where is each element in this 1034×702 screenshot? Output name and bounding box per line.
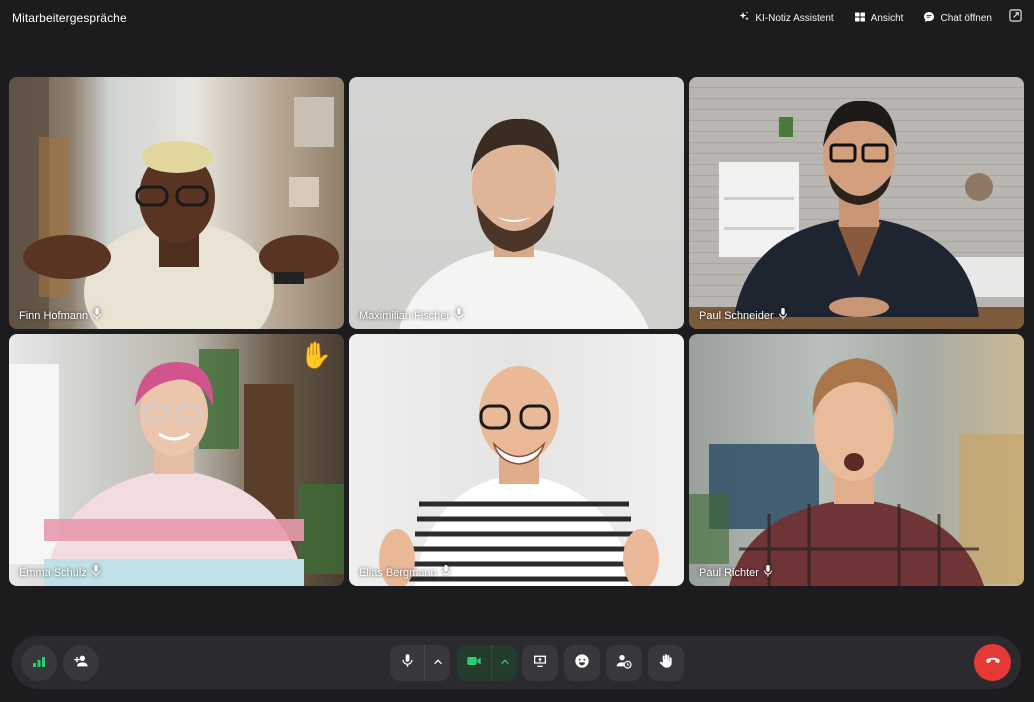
participant-name: Paul Schneider (699, 309, 774, 322)
connection-quality-icon (31, 653, 47, 674)
participant-video-person (9, 334, 344, 586)
mic-icon (400, 653, 415, 673)
view-button[interactable]: Ansicht (844, 7, 914, 30)
raise-hand-icon (658, 653, 674, 674)
add-participant-button[interactable] (63, 645, 99, 681)
raise-hand-button[interactable] (648, 645, 684, 681)
mic-icon (454, 308, 464, 323)
top-bar: Mitarbeitergespräche KI-Notiz Assistent … (0, 0, 1034, 36)
camera-icon (466, 653, 482, 674)
add-person-icon (73, 653, 89, 674)
participant-video-person (689, 77, 1024, 329)
participant-video-person (349, 77, 684, 329)
participant-tile[interactable]: Maximilian Fischer (349, 77, 684, 329)
chevron-up-icon (433, 654, 443, 672)
participant-tile[interactable]: Elias Bergmann (349, 334, 684, 586)
camera-toggle-button[interactable] (457, 645, 491, 681)
end-call-icon (984, 651, 1002, 674)
meeting-title: Mitarbeitergespräche (12, 11, 127, 25)
top-actions: KI-Notiz Assistent Ansicht Chat öffnen (728, 7, 1022, 30)
participant-name: Paul Richter (699, 566, 759, 579)
end-call-button[interactable] (974, 644, 1011, 681)
waiting-room-icon (616, 653, 632, 674)
emoji-icon (574, 653, 590, 674)
share-screen-icon (532, 653, 548, 674)
mic-icon (763, 565, 773, 580)
participant-tile[interactable]: Paul Schneider (689, 77, 1024, 329)
participant-tile[interactable]: Finn Hofmann (9, 77, 344, 329)
mic-icon (92, 308, 102, 323)
participant-name-tag: Finn Hofmann (19, 308, 102, 323)
raised-hand-icon: ✋ (299, 340, 332, 370)
grid-view-icon (854, 11, 866, 26)
participant-name: Emma Schulz (19, 566, 87, 579)
mic-icon (778, 308, 788, 323)
participant-name-tag: Emma Schulz (19, 565, 101, 580)
chat-bubble-icon (923, 11, 935, 26)
mic-options-button[interactable] (425, 645, 450, 681)
mic-control-group (390, 645, 450, 681)
mic-icon (441, 565, 451, 580)
ai-notes-label: KI-Notiz Assistent (755, 12, 834, 24)
view-label: Ansicht (870, 12, 904, 24)
mic-icon (91, 565, 101, 580)
participant-name: Finn Hofmann (19, 309, 89, 322)
participant-name-tag: Maximilian Fischer (359, 308, 464, 323)
participant-name-tag: Paul Schneider (699, 308, 788, 323)
camera-control-group (457, 645, 517, 681)
open-chat-label: Chat öffnen (940, 12, 992, 24)
connection-quality-button[interactable] (21, 645, 57, 681)
open-chat-button[interactable]: Chat öffnen (913, 7, 1002, 30)
waiting-room-button[interactable] (606, 645, 642, 681)
expand-icon (1008, 9, 1022, 27)
participant-video-person (689, 334, 1024, 586)
participant-video-person (349, 334, 684, 586)
reactions-button[interactable] (564, 645, 600, 681)
expand-button[interactable] (1008, 9, 1022, 27)
ai-notes-button[interactable]: KI-Notiz Assistent (728, 7, 843, 30)
participant-video-person (9, 77, 344, 329)
participant-tile[interactable]: Paul Richter (689, 334, 1024, 586)
participant-name: Elias Bergmann (359, 566, 437, 579)
participant-tile[interactable]: ✋ Emma Schulz (9, 334, 344, 586)
call-toolbar (12, 636, 1021, 689)
mute-button[interactable] (390, 645, 424, 681)
chevron-up-icon (500, 654, 510, 672)
camera-options-button[interactable] (492, 645, 517, 681)
sparkle-icon (738, 11, 750, 26)
share-screen-button[interactable] (522, 645, 558, 681)
participant-name-tag: Elias Bergmann (359, 565, 451, 580)
participant-name-tag: Paul Richter (699, 565, 773, 580)
participant-name: Maximilian Fischer (359, 309, 451, 322)
video-grid: Finn Hofmann Maximilian Fischer Paul Sch… (9, 77, 1024, 586)
